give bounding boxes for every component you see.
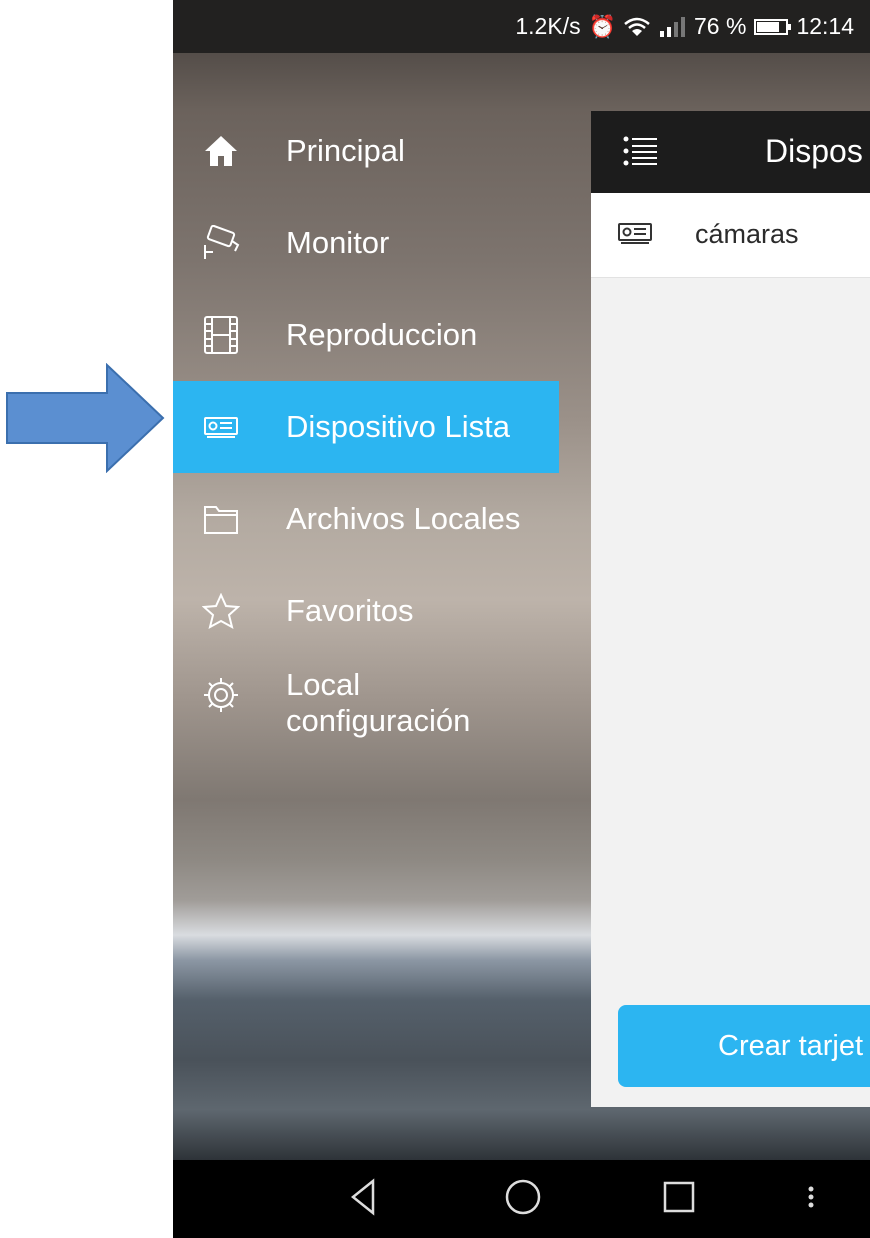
panel-title: Dispos [765,133,863,169]
star-icon [201,591,241,631]
battery-level: 76 % [694,13,747,39]
menu-label: Monitor [286,225,390,260]
device-icon [201,407,241,447]
menu-item-principal[interactable]: Principal [173,105,563,197]
recents-icon[interactable] [659,1177,699,1222]
menu-item-local-configuracion[interactable]: Local configuración [173,657,563,767]
folder-icon [201,499,241,539]
phone-screen: 1.2K/s ⏰ 76 % 12:14 Principal Monitor Re… [173,0,870,1238]
more-icon[interactable] [805,1177,817,1222]
signal-icon [660,16,685,37]
menu-label-line1: Local [286,667,361,702]
panel-header: Dispos [591,111,870,193]
menu-item-reproduccion[interactable]: Reproduccion [173,289,563,381]
back-icon[interactable] [349,1177,377,1222]
device-name: cámaras [695,219,799,249]
gear-icon [201,675,241,715]
system-nav-bar [173,1160,870,1238]
menu-item-archivos-locales[interactable]: Archivos Locales [173,473,563,565]
menu-item-dispositivo-lista[interactable]: Dispositivo Lista [173,381,559,473]
status-bar: 1.2K/s ⏰ 76 % 12:14 [173,0,870,53]
menu-label: Principal [286,133,405,168]
device-icon [617,221,653,250]
home-circle-icon[interactable] [503,1177,543,1222]
battery-icon [754,18,792,35]
home-icon [201,131,241,171]
create-card-button[interactable]: Crear tarjet [618,1005,870,1087]
menu-label-line2: configuración [286,702,471,738]
menu-label: Reproduccion [286,317,478,352]
navigation-drawer: Principal Monitor Reproduccion Dispositi… [173,105,563,767]
network-speed: 1.2K/s [515,13,581,39]
film-icon [201,315,241,355]
pointer-arrow [6,363,165,473]
alarm-icon: ⏰ [588,13,616,39]
create-button-label: Crear tarjet [718,1029,864,1062]
camera-icon [201,223,241,263]
device-row[interactable]: cámaras [591,193,870,278]
menu-label-multiline: Local configuración [286,667,470,738]
menu-label: Favoritos [286,593,414,628]
menu-item-favoritos[interactable]: Favoritos [173,565,563,657]
menu-label: Dispositivo Lista [286,409,510,444]
menu-label: Archivos Locales [286,501,521,536]
wifi-icon [624,17,650,36]
clock: 12:14 [796,13,854,39]
menu-item-monitor[interactable]: Monitor [173,197,563,289]
device-list-panel: Dispos cámaras Crear tarjet [591,111,870,1107]
list-menu-icon[interactable] [623,135,657,175]
